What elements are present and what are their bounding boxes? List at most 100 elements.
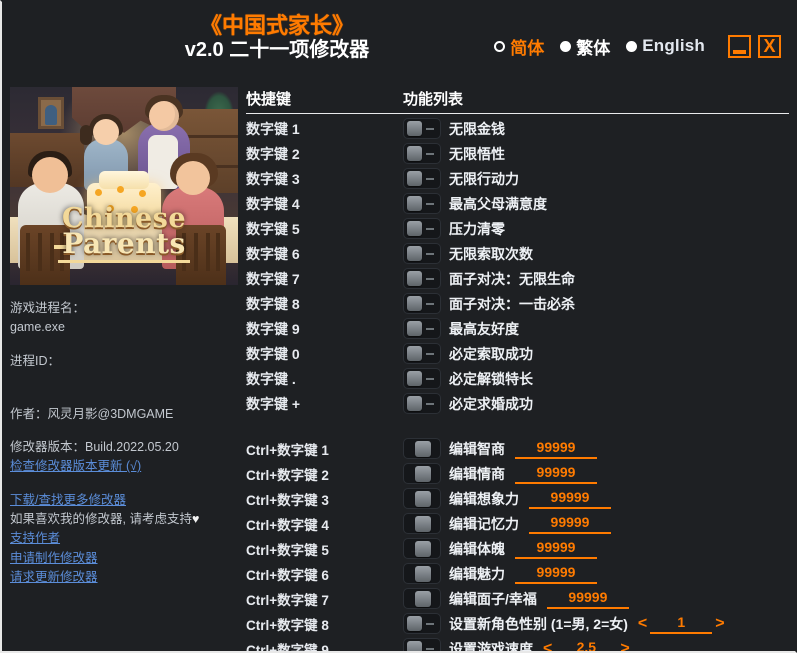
cheat-toggle[interactable] [403,193,441,214]
table-row: 数字键 9 最高友好度 [246,316,789,341]
cheat-toggle[interactable] [403,368,441,389]
request-update-link[interactable]: 请求更新修改器 [10,568,98,587]
cheat-toggle[interactable] [403,243,441,264]
toggle-dash-icon [426,353,434,355]
table-row: 数字键 3 无限行动力 [246,166,789,191]
hotkey-label: Ctrl+数字键 9 [246,642,329,653]
cover-logo: Chinese Parents [10,205,238,263]
cheat-label: 编辑面子/幸福 [449,590,537,607]
table-row: 数字键 8 面子对决：一击必杀 [246,291,789,316]
support-author-link[interactable]: 支持作者 [10,529,60,548]
hotkey-label: 数字键 8 [246,295,300,312]
spinner-prev-icon[interactable]: < [543,640,552,651]
table-row: Ctrl+数字键 9 设置游戏速度 <2.5 > [246,636,789,653]
toggle-knob [407,221,422,236]
check-update-link[interactable]: 检查修改器版本更新 (√) [10,457,141,476]
cheat-toggle[interactable] [403,638,441,651]
radio-icon-simplified[interactable] [494,40,506,52]
build-version-line: 修改器版本：Build.2022.05.20 [10,439,179,454]
support-note: 如果喜欢我的修改器, 请考虑支持 [10,512,192,526]
value-field[interactable]: 99999 [515,464,597,484]
spinner-next-icon[interactable]: > [620,640,629,651]
value-field[interactable]: 99999 [515,539,597,559]
spinner-next-icon[interactable]: > [715,615,724,632]
cheat-toggle[interactable] [403,343,441,364]
cheat-toggle[interactable] [403,588,441,609]
hotkey-label: Ctrl+数字键 4 [246,517,329,533]
radio-icon-traditional[interactable] [560,40,572,52]
cheat-label: 编辑智商 [449,440,505,457]
toggle-knob [407,246,422,261]
cheat-label: 必定索取成功 [449,345,533,362]
cheat-label: 最高父母满意度 [449,195,547,212]
cheat-toggle[interactable] [403,563,441,584]
minimize-button[interactable] [728,34,751,58]
hotkey-label: 数字键 . [246,370,296,387]
toggle-dash-icon [426,178,434,180]
cheat-toggle[interactable] [403,118,441,139]
table-row: Ctrl+数字键 6 编辑魅力 99999 [246,561,789,586]
value-field[interactable]: 1 [650,614,713,634]
radio-icon-english[interactable] [626,40,638,52]
language-label-english: English [642,36,705,55]
cheat-rows-editors: Ctrl+数字键 1 编辑智商 99999 Ctrl+数字键 2 编辑情商 99999 Ct… [246,436,789,653]
process-id-value [10,371,238,390]
table-row: 数字键 4 最高父母满意度 [246,191,789,216]
cheat-toggle[interactable] [403,488,441,509]
close-button[interactable]: X [758,34,781,58]
cheat-toggle[interactable] [403,318,441,339]
cheat-toggle[interactable] [403,168,441,189]
value-field[interactable]: 2.5 [555,639,617,652]
value-field-wrap: 99999 [529,514,611,534]
spinner-prev-icon[interactable]: < [638,615,647,632]
value-field[interactable]: 99999 [515,439,597,459]
cheat-label: 面子对决：一击必杀 [449,295,575,312]
value-field[interactable]: 99999 [529,514,611,534]
toggle-knob [407,171,422,186]
table-row: Ctrl+数字键 4 编辑记忆力 99999 [246,511,789,536]
cheat-toggle[interactable] [403,268,441,289]
value-field[interactable]: 99999 [529,489,611,509]
value-field-wrap: 99999 [515,539,597,559]
cheat-toggle[interactable] [403,393,441,414]
process-name-value: game.exe [10,320,65,335]
cheat-toggle[interactable] [403,293,441,314]
value-field[interactable]: 99999 [546,589,629,609]
cover-logo-line2: Parents [62,227,186,260]
toggle-knob [415,516,431,532]
toggle-knob [415,591,431,607]
value-field[interactable]: 99999 [515,564,597,584]
cheat-label: 无限金钱 [449,120,505,137]
cheat-toggle[interactable] [403,463,441,484]
cheat-label: 必定解锁特长 [449,370,533,387]
toggle-knob [407,396,422,411]
table-row: 数字键 2 无限悟性 [246,141,789,166]
hotkey-label: 数字键 6 [246,245,300,262]
language-option-simplified[interactable]: 简体 [494,34,544,59]
table-row: Ctrl+数字键 1 编辑智商 99999 [246,436,789,461]
cheat-label: 必定求婚成功 [449,395,533,412]
table-row: 数字键 6 无限索取次数 [246,241,789,266]
cheat-toggle[interactable] [403,218,441,239]
request-trainer-link[interactable]: 申请制作修改器 [10,549,98,568]
toggle-dash-icon [426,203,434,205]
cheat-toggle[interactable] [403,513,441,534]
hotkey-label: Ctrl+数字键 1 [246,442,329,458]
more-trainers-link[interactable]: 下载/查找更多修改器 [10,491,126,510]
cheat-toggle[interactable] [403,143,441,164]
table-row: Ctrl+数字键 2 编辑情商 99999 [246,461,789,486]
cheat-label: 无限索取次数 [449,245,533,262]
hotkey-label: 数字键 3 [246,170,300,187]
toggle-knob [407,346,422,361]
toggle-knob [407,371,422,386]
language-option-traditional[interactable]: 繁体 [560,34,610,59]
cheat-toggle[interactable] [403,438,441,459]
cover-picture-frame [38,97,64,129]
toggle-knob [407,616,422,631]
cheat-toggle[interactable] [403,538,441,559]
language-option-english[interactable]: English [626,36,705,56]
heart-icon: ♥ [191,512,200,526]
table-row: 数字键 + 必定求婚成功 [246,391,789,416]
cheat-toggle[interactable] [403,613,441,634]
